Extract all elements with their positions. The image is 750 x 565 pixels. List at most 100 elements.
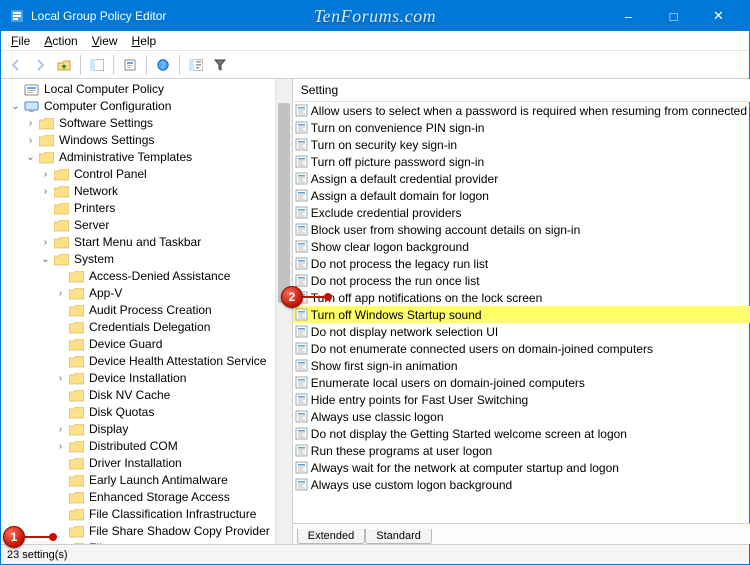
tree-label: Local Computer Policy: [42, 81, 166, 98]
menu-action[interactable]: Action: [38, 32, 83, 50]
close-button[interactable]: ✕: [696, 1, 741, 31]
setting-row[interactable]: Assign a default credential providerNot …: [293, 170, 750, 187]
tree-system-early-launch-antimalware[interactable]: Early Launch Antimalware: [5, 472, 292, 489]
setting-row[interactable]: Run these programs at user logonNot conf…: [293, 442, 750, 459]
tree-twisty-icon[interactable]: ›: [24, 132, 37, 149]
setting-row[interactable]: Block user from showing account details …: [293, 221, 750, 238]
tree-system-display[interactable]: ›Display: [5, 421, 292, 438]
tree-system-disk-nv-cache[interactable]: Disk NV Cache: [5, 387, 292, 404]
tab-extended[interactable]: Extended: [297, 529, 365, 544]
setting-row[interactable]: Do not process the legacy run listNot co…: [293, 255, 750, 272]
tree-twisty-icon[interactable]: ›: [54, 421, 67, 438]
setting-row[interactable]: Turn off picture password sign-inNot con…: [293, 153, 750, 170]
tree-system-distributed-com[interactable]: ›Distributed COM: [5, 438, 292, 455]
folder-icon: [68, 270, 84, 284]
menu-view[interactable]: View: [86, 32, 124, 50]
tree-twisty-icon[interactable]: ›: [39, 166, 52, 183]
tree-system-driver-installation[interactable]: Driver Installation: [5, 455, 292, 472]
minimize-button[interactable]: –: [606, 1, 651, 31]
setting-row[interactable]: Do not display the Getting Started welco…: [293, 425, 750, 442]
tree-twisty-icon[interactable]: ›: [54, 370, 67, 387]
tree-system-enhanced-storage-access[interactable]: Enhanced Storage Access: [5, 489, 292, 506]
tree-system-audit-process-creation[interactable]: Audit Process Creation: [5, 302, 292, 319]
setting-name: Always use custom logon background: [311, 478, 750, 492]
setting-row[interactable]: Turn off Windows Startup soundNot config…: [293, 306, 750, 323]
tree-twisty-icon[interactable]: ›: [54, 540, 67, 544]
tree-system-filesystem[interactable]: ›Filesystem: [5, 540, 292, 544]
tree-windows-settings[interactable]: ›Windows Settings: [5, 132, 292, 149]
folder-icon: [38, 117, 54, 131]
tree-network[interactable]: ›Network: [5, 183, 292, 200]
setting-name: Always wait for the network at computer …: [311, 461, 750, 475]
setting-row[interactable]: Turn on convenience PIN sign-inNot confi…: [293, 119, 750, 136]
filter-options-button[interactable]: [185, 54, 207, 76]
tree-twisty-icon[interactable]: ›: [39, 234, 52, 251]
scrollbar-thumb[interactable]: [278, 103, 290, 303]
setting-name: Enumerate local users on domain-joined c…: [311, 376, 750, 390]
setting-row[interactable]: Turn off app notifications on the lock s…: [293, 289, 750, 306]
tree-twisty-icon[interactable]: ⌄: [9, 98, 22, 115]
policy-tree[interactable]: Local Computer Policy⌄Computer Configura…: [1, 79, 292, 544]
tree-software-settings[interactable]: ›Software Settings: [5, 115, 292, 132]
tree-system-device-health-attestation-service[interactable]: Device Health Attestation Service: [5, 353, 292, 370]
tree-admin-templates[interactable]: ⌄Administrative Templates: [5, 149, 292, 166]
tree-system-device-guard[interactable]: Device Guard: [5, 336, 292, 353]
properties-button[interactable]: [119, 54, 141, 76]
tree-twisty-icon[interactable]: ›: [54, 438, 67, 455]
tree-computer-config[interactable]: ⌄Computer Configuration: [5, 98, 292, 115]
settings-list[interactable]: Allow users to select when a password is…: [293, 102, 750, 523]
tree-system-app-v[interactable]: ›App-V: [5, 285, 292, 302]
folder-icon: [68, 287, 84, 301]
tree-system-file-classification-infrastructure[interactable]: File Classification Infrastructure: [5, 506, 292, 523]
folder-icon: [53, 168, 69, 182]
menu-file[interactable]: File: [5, 32, 36, 50]
menu-help[interactable]: Help: [126, 32, 163, 50]
filter-button[interactable]: [209, 54, 231, 76]
maximize-button[interactable]: □: [651, 1, 696, 31]
tree-control-panel[interactable]: ›Control Panel: [5, 166, 292, 183]
tab-standard[interactable]: Standard: [365, 529, 432, 544]
setting-icon: [293, 274, 311, 287]
tree-twisty-icon[interactable]: ›: [39, 183, 52, 200]
setting-row[interactable]: Do not display network selection UINot c…: [293, 323, 750, 340]
back-button[interactable]: [5, 54, 27, 76]
tree-twisty-icon[interactable]: ›: [24, 115, 37, 132]
setting-row[interactable]: Allow users to select when a password is…: [293, 102, 750, 119]
tree-system-disk-quotas[interactable]: Disk Quotas: [5, 404, 292, 421]
setting-icon: [293, 104, 311, 117]
tree-label: Disk Quotas: [87, 404, 156, 421]
help-button[interactable]: ?: [152, 54, 174, 76]
setting-row[interactable]: Always use classic logonNot configuredNo: [293, 408, 750, 425]
tree-twisty-icon[interactable]: ⌄: [24, 149, 37, 166]
setting-row[interactable]: Turn on security key sign-inNot configur…: [293, 136, 750, 153]
setting-row[interactable]: Do not enumerate connected users on doma…: [293, 340, 750, 357]
setting-row[interactable]: Exclude credential providersNot configur…: [293, 204, 750, 221]
setting-row[interactable]: Always use custom logon backgroundNot co…: [293, 476, 750, 493]
column-setting[interactable]: Setting: [293, 79, 750, 101]
tree-scrollbar[interactable]: [275, 79, 292, 544]
setting-icon: [293, 155, 311, 168]
tree-system-credentials-delegation[interactable]: Credentials Delegation: [5, 319, 292, 336]
tree-root[interactable]: Local Computer Policy: [5, 81, 292, 98]
setting-row[interactable]: Enumerate local users on domain-joined c…: [293, 374, 750, 391]
tree-twisty-icon[interactable]: ›: [54, 285, 67, 302]
forward-button[interactable]: [29, 54, 51, 76]
setting-row[interactable]: Do not process the run once listNot conf…: [293, 272, 750, 289]
setting-icon: [293, 172, 311, 185]
tree-printers[interactable]: Printers: [5, 200, 292, 217]
tree-start-menu[interactable]: ›Start Menu and Taskbar: [5, 234, 292, 251]
tree-server[interactable]: Server: [5, 217, 292, 234]
tree-twisty-icon[interactable]: ⌄: [39, 251, 52, 268]
tree-system-access-denied-assistance[interactable]: Access-Denied Assistance: [5, 268, 292, 285]
tree-system-device-installation[interactable]: ›Device Installation: [5, 370, 292, 387]
tree-system[interactable]: ⌄System: [5, 251, 292, 268]
setting-row[interactable]: Always wait for the network at computer …: [293, 459, 750, 476]
up-button[interactable]: [53, 54, 75, 76]
setting-row[interactable]: Show clear logon backgroundNot configure…: [293, 238, 750, 255]
setting-row[interactable]: Hide entry points for Fast User Switchin…: [293, 391, 750, 408]
setting-row[interactable]: Assign a default domain for logonNot con…: [293, 187, 750, 204]
setting-row[interactable]: Show first sign-in animationNot configur…: [293, 357, 750, 374]
setting-icon: [293, 138, 311, 151]
callout-2: 2: [281, 286, 303, 308]
show-hide-console-tree-button[interactable]: [86, 54, 108, 76]
